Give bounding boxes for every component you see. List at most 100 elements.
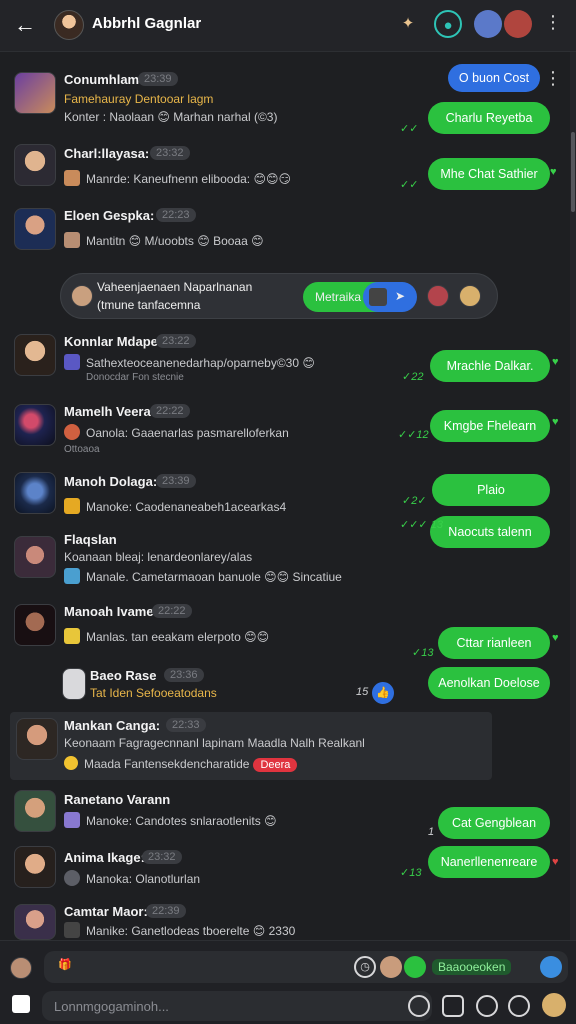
- top-bar: ← Abbrhl Gagnlar ✦ ● ⋮: [0, 0, 576, 52]
- reply-thumb: [64, 870, 80, 886]
- call-pill[interactable]: Vaheenjaenaen Naparlnanan (tmune tanface…: [60, 273, 498, 319]
- reply-thumb: [64, 232, 80, 248]
- mention-chip[interactable]: Deera: [253, 758, 298, 772]
- gift-icon[interactable]: 🎁: [54, 956, 76, 978]
- sent-bubble[interactable]: Plaio: [432, 474, 550, 506]
- heart-icon: ♥: [552, 632, 559, 644]
- sent-bubble[interactable]: Cttar rianleen: [438, 627, 550, 659]
- read-ticks: ✓✓: [400, 179, 419, 191]
- clock-icon[interactable]: ◷: [354, 956, 376, 978]
- apps-grid-icon[interactable]: [12, 995, 30, 1013]
- chat-title: Abbrhl Gagnlar: [92, 15, 202, 32]
- participant-avatar[interactable]: [459, 285, 481, 307]
- reply-thumb: [64, 354, 80, 370]
- avatar[interactable]: [62, 668, 86, 700]
- image-icon[interactable]: [442, 995, 464, 1017]
- reply-thumb: [64, 568, 80, 584]
- sender-name: Eloen Gespka:: [64, 208, 155, 223]
- user-avatar[interactable]: [10, 957, 32, 979]
- scrollbar[interactable]: [570, 52, 576, 940]
- sender-name: Camtar Maor:: [64, 904, 148, 919]
- message-subtext: Donocdar Fon stecnie: [86, 372, 184, 383]
- heart-icon: ♥: [552, 416, 559, 428]
- contact-thumb[interactable]: [380, 956, 402, 978]
- call-title: Vaheenjaenaen Naparlnanan: [97, 280, 253, 294]
- composer-bar: 🎁 ◷ Baaooeoken: [0, 940, 576, 1024]
- call-join-button[interactable]: ➤: [363, 282, 417, 312]
- sent-bubble[interactable]: Nanerllenenreare: [428, 846, 550, 878]
- mic-icon[interactable]: [408, 995, 430, 1017]
- message-text: Sathexteoceanenedarhap/oparneby©30 😊: [86, 356, 315, 370]
- video-thumb-icon: [369, 288, 387, 306]
- read-ticks: ✓✓12: [398, 429, 429, 441]
- participant-avatar[interactable]: [427, 285, 449, 307]
- sticker-face-icon[interactable]: [476, 995, 498, 1017]
- arrow-icon: ➤: [395, 289, 406, 303]
- message-text: Manoke: Caodenaneabeh1acearkas4: [86, 500, 287, 514]
- message-text: Mantitn 😊 M/uoobts 😊 Booaa 😊: [86, 234, 264, 248]
- avatar[interactable]: [14, 208, 56, 250]
- reply-thumb: [64, 498, 80, 514]
- message-row[interactable]: Flaqslan Koanaan bleaj: lenardeonlarey/a…: [0, 528, 570, 592]
- more-options-icon[interactable]: ⋮: [544, 68, 562, 89]
- video-avatar-icon[interactable]: [474, 10, 502, 38]
- status-icon[interactable]: [404, 956, 426, 978]
- avatar[interactable]: [16, 718, 58, 760]
- avatar[interactable]: [14, 604, 56, 646]
- avatar[interactable]: [14, 404, 56, 446]
- sender-name: Charl:llayasa:: [64, 146, 150, 161]
- timestamp: 22:23: [156, 208, 196, 222]
- message-text: Keonaam Fagragecnnanl lapinam Maadla Nal…: [64, 736, 365, 750]
- message-row[interactable]: Eloen Gespka: 22:23 Mantitn 😊 M/uoobts 😊…: [0, 198, 570, 262]
- sent-bubble[interactable]: Mrachle Dalkar.: [430, 350, 550, 382]
- group-avatar-icon[interactable]: [504, 10, 532, 38]
- avatar[interactable]: [14, 846, 56, 888]
- sent-bubble[interactable]: Kmgbe Fhelearn: [430, 410, 550, 442]
- avatar[interactable]: [14, 72, 56, 114]
- more-options-icon[interactable]: ⋮: [544, 12, 562, 33]
- sender-name: Conumhlam:: [64, 72, 144, 87]
- message-row-highlighted[interactable]: Mankan Canga: 22:33 Keonaam Fagragecnnan…: [10, 712, 492, 780]
- sent-bubble[interactable]: Charlu Reyetba: [428, 102, 550, 134]
- message-text: Famehauray Dentooar lagm: [64, 92, 214, 106]
- timestamp: 22:22: [150, 404, 190, 418]
- sender-name: Mankan Canga:: [64, 718, 161, 733]
- avatar[interactable]: [14, 904, 56, 940]
- sticker-icon[interactable]: ✦: [394, 10, 422, 38]
- share-icon[interactable]: [540, 956, 562, 978]
- scrollbar-thumb[interactable]: [571, 132, 575, 212]
- emoji-icon: [64, 756, 78, 770]
- profile-avatar[interactable]: [542, 993, 566, 1017]
- message-text: Manike: Ganetlodeas tboerelte 😊 2330: [86, 924, 296, 938]
- back-arrow-icon[interactable]: ←: [10, 10, 40, 40]
- avatar[interactable]: [14, 334, 56, 376]
- drop-icon[interactable]: ●: [434, 10, 462, 38]
- sender-name: Manoh Dolaga:: [64, 474, 158, 489]
- sender-name: Mamelh Veera:: [64, 404, 156, 419]
- message-text: Maada Fantensekdencharatide: [84, 757, 250, 771]
- reaction-icon[interactable]: 👍: [372, 682, 394, 704]
- timestamp: 23:36: [164, 668, 204, 682]
- sender-name: Manoah Ivame:: [64, 604, 158, 619]
- blue-bubble[interactable]: O buon Cost: [448, 64, 540, 92]
- caller-avatar: [71, 285, 93, 307]
- avatar[interactable]: [14, 144, 56, 186]
- sent-bubble[interactable]: Mhe Chat Sathier: [428, 158, 550, 190]
- attachment-strip[interactable]: 🎁 ◷ Baaooeoken: [44, 951, 568, 983]
- sent-bubble[interactable]: Aenolkan Doelose: [428, 667, 550, 699]
- sent-bubble[interactable]: Cat Gengblean: [438, 807, 550, 839]
- emoji-picker-icon[interactable]: [508, 995, 530, 1017]
- avatar[interactable]: [14, 472, 56, 514]
- message-row[interactable]: Camtar Maor: 22:39 Manike: Ganetlodeas t…: [0, 898, 570, 940]
- timestamp: 23:39: [156, 474, 196, 488]
- message-input[interactable]: [42, 991, 432, 1021]
- avatar[interactable]: [14, 790, 56, 832]
- message-text: Manoka: Olanotlurlan: [86, 872, 201, 886]
- contact-avatar[interactable]: [54, 10, 84, 40]
- read-ticks: 1: [428, 826, 435, 838]
- read-count: 15: [356, 686, 369, 698]
- read-ticks: ✓22: [402, 371, 424, 383]
- avatar[interactable]: [14, 536, 56, 578]
- heart-icon: ♥: [552, 356, 559, 368]
- message-text: Manrde: Kaneufnenn elibooda: 😊😊😏: [86, 172, 291, 186]
